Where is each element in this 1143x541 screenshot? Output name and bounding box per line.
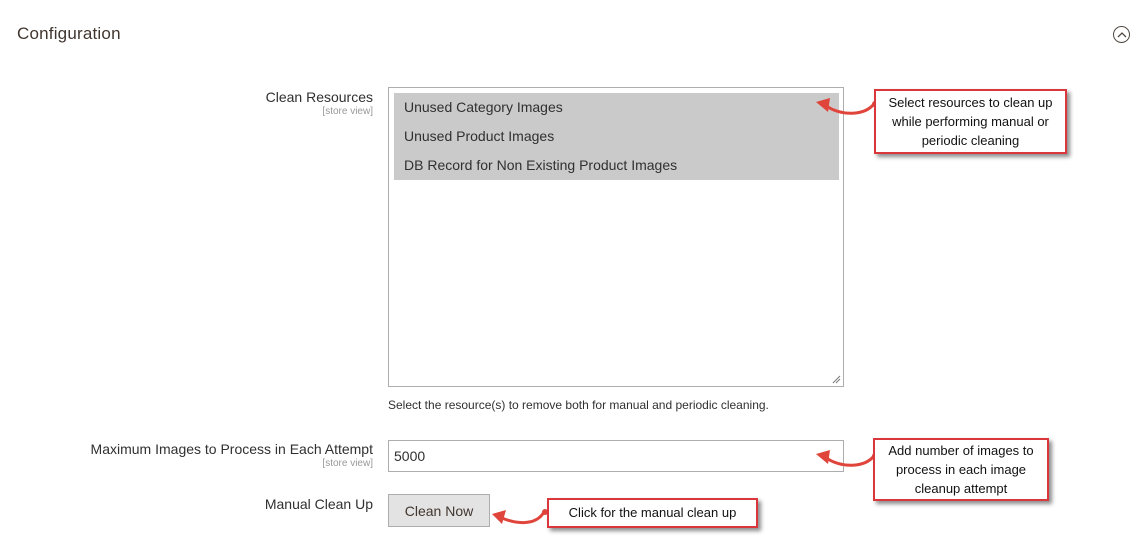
- callout-arrow-icon: [492, 509, 548, 524]
- clean-resources-scope: [store view]: [322, 106, 373, 117]
- max-images-label: Maximum Images to Process in Each Attemp…: [90, 441, 373, 457]
- callout-max-images: Add number of images to process in each …: [873, 438, 1049, 501]
- max-images-input[interactable]: [388, 440, 844, 472]
- callout-arrow-icon: [816, 450, 878, 467]
- callout-clean-now: Click for the manual clean up: [547, 498, 758, 528]
- option-unused-category-images[interactable]: Unused Category Images: [394, 93, 839, 122]
- resize-grip-icon[interactable]: [832, 375, 841, 384]
- callout-arrow-icon: [816, 98, 878, 115]
- manual-clean-label: Manual Clean Up: [264, 496, 373, 512]
- clean-resources-note: Select the resource(s) to remove both fo…: [388, 398, 769, 412]
- collapse-button[interactable]: [1113, 26, 1130, 43]
- clean-resources-label: Clean Resources: [265, 89, 373, 105]
- chevron-up-icon: [1117, 32, 1127, 38]
- clean-resources-multiselect[interactable]: Unused Category Images Unused Product Im…: [388, 87, 844, 387]
- option-unused-product-images[interactable]: Unused Product Images: [394, 122, 839, 151]
- max-images-scope: [store view]: [322, 458, 373, 469]
- clean-now-button[interactable]: Clean Now: [388, 494, 490, 527]
- option-db-record-non-existing[interactable]: DB Record for Non Existing Product Image…: [394, 151, 839, 180]
- section-title: Configuration: [17, 24, 121, 43]
- callout-clean-resources: Select resources to clean up while perfo…: [874, 89, 1067, 154]
